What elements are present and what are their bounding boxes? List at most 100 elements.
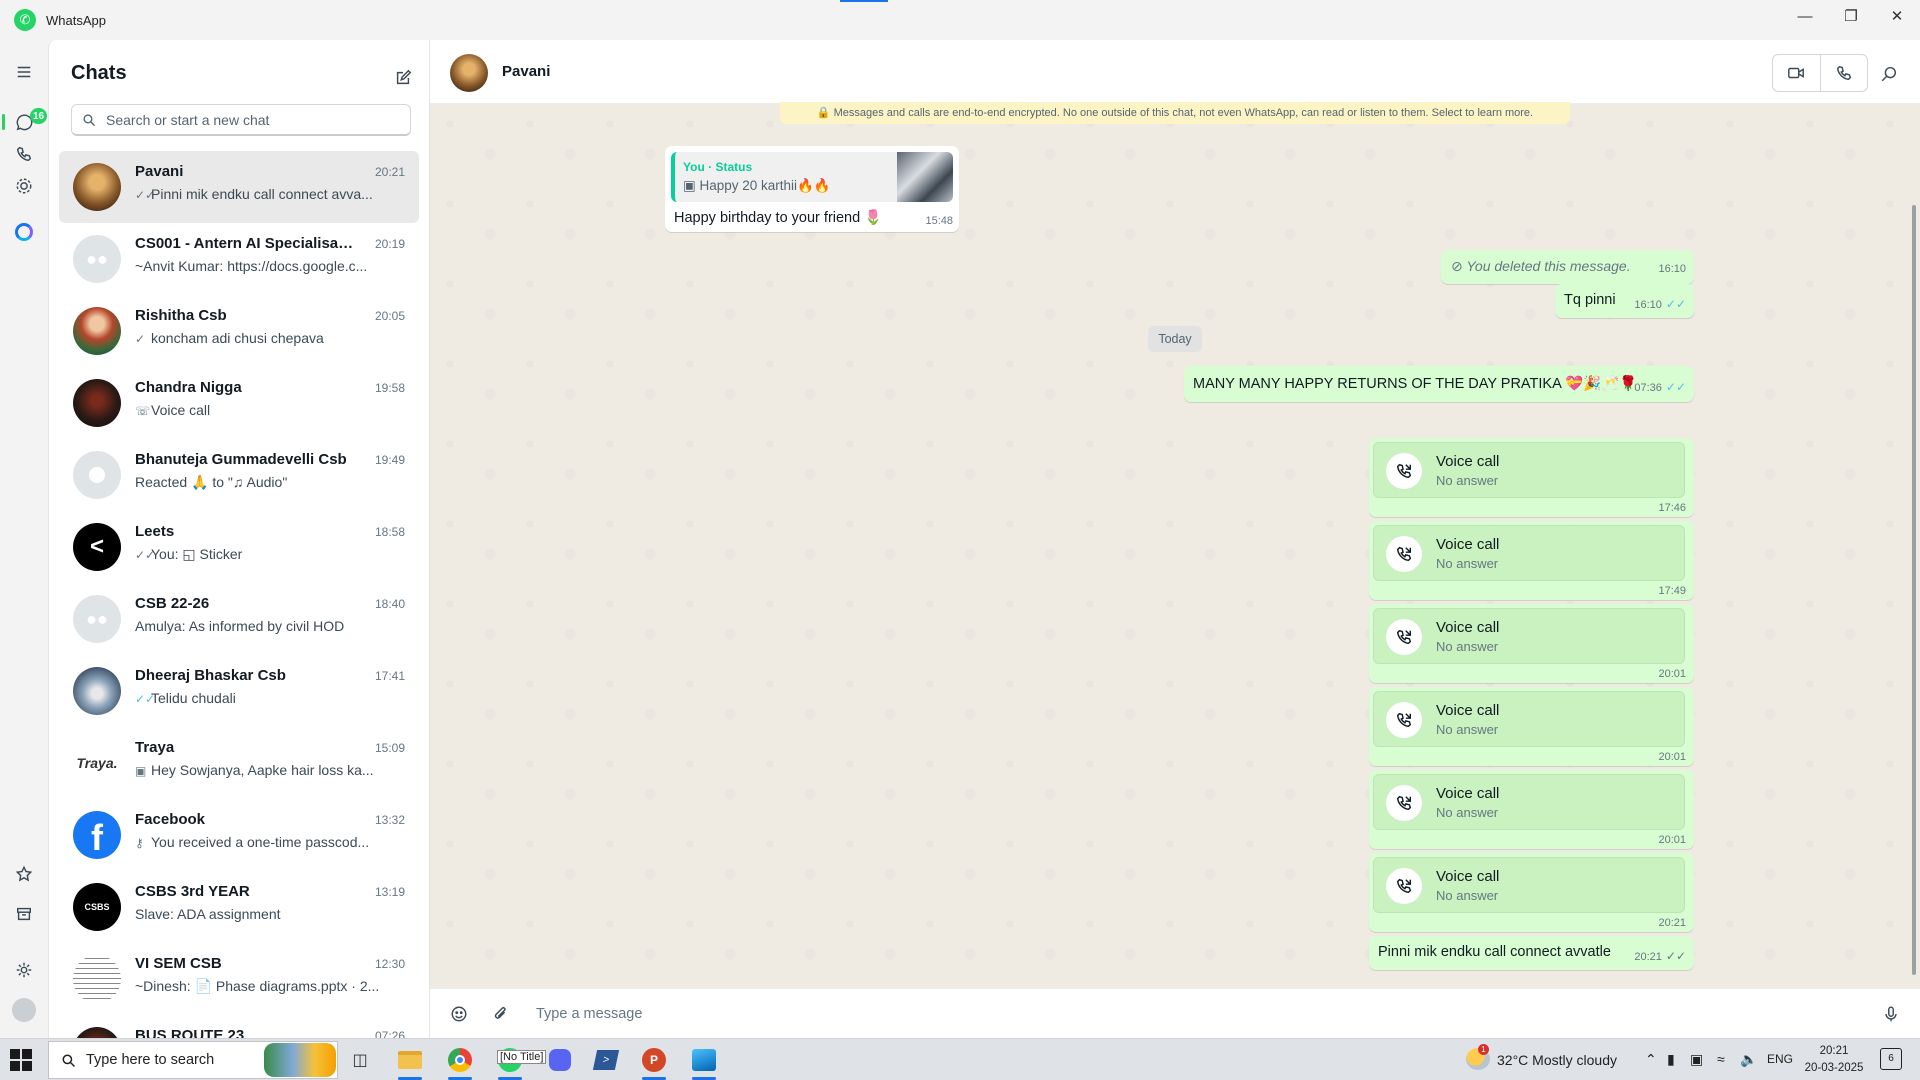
status-nav-button[interactable] [8,170,40,202]
conversation-scrollbar[interactable] [1912,205,1916,975]
preview-status-icon: ☏ [135,404,151,418]
deleted-message-text: ⊘ You deleted this message. [1451,258,1631,274]
notification-center-button[interactable]: 6 [1880,1048,1902,1070]
whatsapp-logo-icon: ✆ [14,9,36,31]
attach-button[interactable] [488,1001,514,1027]
search-input[interactable] [106,111,396,128]
deleted-message[interactable]: ⊘ You deleted this message. 16:10 [1441,250,1694,284]
call-card[interactable]: Voice call No answer [1373,608,1685,664]
photos-button[interactable] [688,1044,720,1080]
clock-date: 20-03-2025 [1804,1062,1864,1074]
chat-list-item[interactable]: Traya. Traya 15:09 ▣ Hey Sowjanya, Aapke hai… [59,727,419,799]
video-call-button[interactable] [1773,55,1820,91]
chevron-up-icon[interactable]: ⌃ [1645,1051,1657,1068]
volume-icon[interactable]: 🔈 [1740,1051,1757,1068]
voice-call-message[interactable]: Voice call No answer 20:21 [1369,853,1694,932]
call-card[interactable]: Voice call No answer [1373,442,1685,498]
search-box[interactable] [71,104,411,136]
chat-list-item[interactable]: Chandra Nigga 19:58 ☏Voice call [59,367,419,439]
taskbar-search-input[interactable] [86,1052,256,1068]
voice-call-button[interactable] [1819,55,1867,91]
chat-list-item[interactable]: CSBS CSBS 3rd YEAR 13:19 Slave: ADA assignm… [59,871,419,943]
chat-avatar: CSBS [73,883,121,931]
starred-messages-button[interactable] [8,858,40,890]
powershell-button[interactable]: > [590,1044,622,1076]
meta-ai-button[interactable] [8,216,40,248]
language-indicator[interactable]: ENG [1767,1052,1793,1066]
preview-status-icon: ✓✓ [135,548,156,562]
chat-list-item[interactable]: Pavani 20:21 ✓✓Pinni mik endku call connec… [59,151,419,223]
voice-call-message[interactable]: Voice call No answer 20:01 [1369,770,1694,849]
chat-preview: ✓ koncham adi chusi chepava [135,330,405,346]
minimize-button[interactable]: — [1782,0,1828,32]
chat-list-item[interactable]: Dheeraj Bhaskar Csb 17:41 ✓✓Telidu chudali [59,655,419,727]
close-button[interactable]: ✕ [1874,0,1920,32]
search-highlight-image[interactable] [264,1043,336,1077]
chat-time: 12:30 [374,957,405,971]
restore-button[interactable]: ❐ [1828,0,1874,32]
call-card[interactable]: Voice call No answer [1373,857,1685,913]
settings-button[interactable] [8,954,40,986]
battery-icon[interactable]: ▮ [1667,1051,1675,1068]
contact-name[interactable]: Pavani [502,63,550,80]
outgoing-message[interactable]: Tq pinni 16:10 ✓✓ [1555,284,1694,318]
contact-avatar[interactable] [450,54,488,92]
chat-list-item[interactable]: Bhanuteja Gummadevelli Csb 19:49 Reacted 🙏… [59,439,419,511]
archived-chats-button[interactable] [8,898,40,930]
chat-preview-text: Voice call [151,402,211,418]
notification-count: 6 [1888,1053,1894,1064]
call-card[interactable]: Voice call No answer [1373,525,1685,581]
discord-button[interactable] [544,1044,576,1076]
powerpoint-button[interactable]: P [638,1044,670,1080]
incoming-message-status-reply[interactable]: You · Status ▣ Happy 20 karthii🔥🔥 Happy … [665,146,959,232]
message-time: 20:01 [1658,834,1686,846]
chat-list-item[interactable]: ●● CSB 22-26 18:40 Amulya: As informed by c… [59,583,419,655]
task-view-button[interactable]: ◫ [344,1044,376,1076]
encryption-notice[interactable]: 🔒 Messages and calls are end-to-end encr… [780,102,1570,124]
chat-list-item[interactable]: < Leets 18:58 ✓✓You: ◱ Sticker [59,511,419,583]
conversation-header[interactable]: Pavani [430,40,1920,104]
voice-call-message[interactable]: Voice call No answer 20:01 [1369,687,1694,766]
voice-message-button[interactable] [1878,1001,1904,1027]
chat-list-item[interactable]: Rishitha Csb 20:05 ✓ koncham adi chusi chep… [59,295,419,367]
chat-time: 15:09 [374,741,405,755]
display-icon[interactable]: ▣ [1690,1051,1703,1068]
chat-list-item[interactable]: VI SEM CSB 12:30 ~Dinesh: 📄 Phase diagrams… [59,943,419,1015]
chrome-button[interactable] [444,1044,476,1080]
chats-nav-button[interactable]: 16 [2,106,48,138]
profile-button[interactable] [8,994,40,1026]
calls-nav-button[interactable] [8,138,40,170]
voice-call-message[interactable]: Voice call No answer 17:49 [1369,521,1694,600]
call-card[interactable]: Voice call No answer [1373,691,1685,747]
start-button[interactable] [10,1049,32,1071]
menu-button[interactable] [8,56,40,88]
outgoing-message[interactable]: Pinni mik endku call connect avvatle 20:… [1369,936,1694,970]
voice-call-message[interactable]: Voice call No answer 17:46 [1369,438,1694,517]
chat-preview: ⚷ You received a one-time passcod... [135,834,405,850]
message-text: MANY MANY HAPPY RETURNS OF THE DAY PRATI… [1193,376,1638,392]
quoted-status[interactable]: You · Status ▣ Happy 20 karthii🔥🔥 [671,152,953,202]
call-card[interactable]: Voice call No answer [1373,774,1685,830]
call-title: Voice call [1436,868,1500,885]
chat-time: 20:21 [374,165,405,179]
call-status: No answer [1436,722,1499,737]
preview-status-icon: ▣ [135,764,147,778]
chat-list-item[interactable]: ●● CS001 - Antern AI Specialisation 20:19 ~… [59,223,419,295]
wifi-icon[interactable]: ≈ [1717,1051,1725,1067]
voice-call-message[interactable]: Voice call No answer 20:01 [1369,604,1694,683]
weather-text[interactable]: 32°C Mostly cloudy [1497,1052,1617,1068]
weather-alert-badge: 1 [1478,1044,1489,1055]
call-title: Voice call [1436,785,1500,802]
message-input[interactable] [536,1001,1836,1027]
chat-list-item[interactable]: f Facebook 13:32 ⚷ You received a one-time p… [59,799,419,871]
emoji-button[interactable] [446,1001,472,1027]
chat-list-item[interactable]: BUS ROUTE 23 07:26 [59,1015,419,1038]
file-explorer-button[interactable] [394,1044,426,1080]
message-time: 17:46 [1658,502,1686,514]
search-in-chat-button[interactable] [1877,62,1901,86]
missed-call-icon [1386,619,1422,655]
outgoing-message[interactable]: MANY MANY HAPPY RETURNS OF THE DAY PRATI… [1184,366,1694,402]
clock[interactable]: 20:21 20-03-2025 [1802,1043,1866,1077]
new-chat-button[interactable] [389,64,417,92]
photos-icon [692,1049,716,1071]
